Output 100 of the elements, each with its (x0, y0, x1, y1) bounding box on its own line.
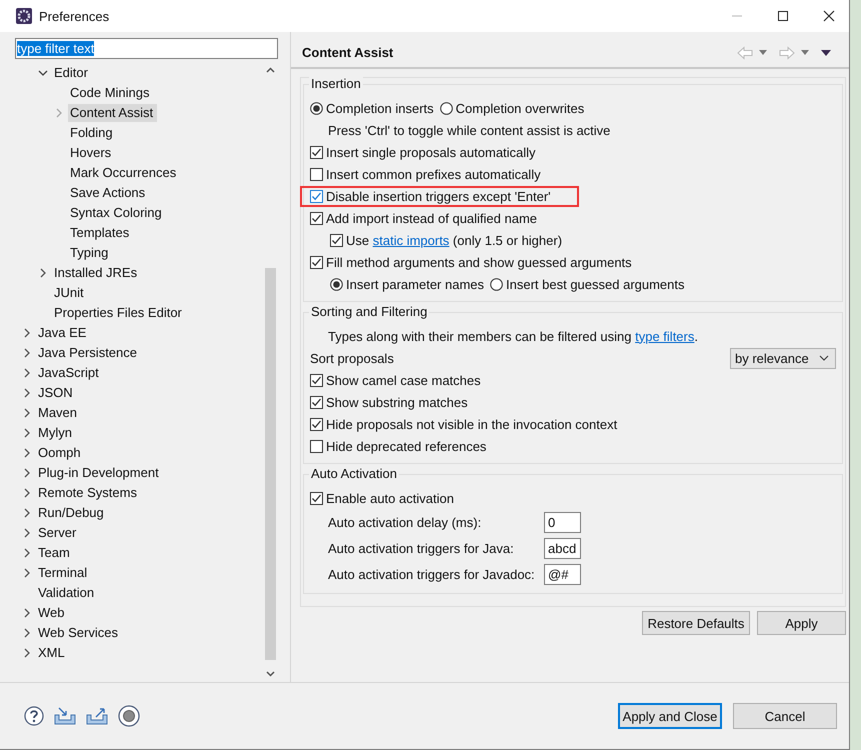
checkbox-label: Disable insertion triggers except 'Enter' (326, 188, 551, 204)
page-button[interactable]: Restore Defaults (642, 611, 750, 635)
tree-item[interactable]: Content Assist (68, 104, 158, 122)
checkbox[interactable] (310, 440, 323, 452)
input-field[interactable]: @# (544, 564, 581, 584)
maximize-icon[interactable] (777, 10, 789, 22)
checkbox-option[interactable]: Show substring matches (308, 392, 474, 412)
checkbox-option[interactable]: Show camel case matches (308, 370, 487, 390)
input-field[interactable]: 0 (544, 512, 581, 532)
tree-item[interactable]: Web Services (36, 624, 122, 642)
chevron-right-icon[interactable] (22, 568, 32, 578)
tree-item[interactable]: Properties Files Editor (52, 304, 186, 322)
tree-item[interactable]: Syntax Coloring (68, 204, 166, 222)
export-icon[interactable] (86, 707, 108, 725)
radio-option[interactable]: Completion overwrites (440, 100, 584, 116)
menu-icon[interactable] (821, 50, 831, 56)
checkbox-option[interactable]: Hide proposals not visible in the invocation context (308, 414, 624, 434)
dialog-button[interactable]: Cancel (733, 703, 837, 729)
tree-item[interactable]: Oomph (36, 444, 85, 462)
tree-item[interactable]: Mark Occurrences (68, 164, 180, 182)
link[interactable]: static imports (372, 232, 450, 248)
chevron-right-icon[interactable] (22, 628, 32, 638)
chevron-right-icon[interactable] (22, 328, 32, 338)
chevron-down-icon[interactable] (38, 68, 48, 78)
scroll-thumb[interactable] (265, 268, 276, 660)
checkbox[interactable] (310, 168, 323, 180)
tree-item[interactable]: Terminal (36, 564, 92, 582)
group-title: Insertion (309, 76, 363, 91)
tree-item[interactable]: Typing (68, 244, 112, 262)
link[interactable]: type filters (635, 328, 694, 344)
checkbox[interactable] (310, 374, 323, 386)
checkbox[interactable] (310, 492, 323, 504)
tree-item[interactable]: Web (36, 604, 68, 622)
tree-item[interactable]: Java EE (36, 324, 90, 342)
dropdown-icon[interactable] (801, 50, 809, 55)
dialog-button[interactable]: Apply and Close (618, 703, 722, 729)
chevron-right-icon[interactable] (22, 508, 32, 518)
tree-item[interactable]: Mylyn (36, 424, 76, 442)
chevron-right-icon[interactable] (22, 368, 32, 378)
checkbox-option[interactable]: Insert single proposals automatically (308, 142, 542, 162)
chevron-right-icon[interactable] (22, 548, 32, 558)
tree-item[interactable]: Installed JREs (52, 264, 142, 282)
sort-dropdown[interactable]: by relevance (730, 348, 836, 368)
group-title: Sorting and Filtering (309, 304, 430, 319)
chevron-right-icon[interactable] (22, 528, 32, 538)
chevron-right-icon[interactable] (22, 408, 32, 418)
chevron-right-icon[interactable] (38, 268, 48, 278)
checkbox[interactable] (310, 256, 323, 268)
chevron-right-icon[interactable] (22, 648, 32, 658)
tree-item[interactable]: Save Actions (68, 184, 150, 202)
tree-item[interactable]: Maven (36, 404, 82, 422)
checkbox[interactable] (310, 418, 323, 430)
tree-item[interactable]: Team (36, 544, 74, 562)
chevron-right-icon[interactable] (22, 348, 32, 358)
checkbox[interactable] (310, 396, 323, 408)
checkbox-option[interactable]: Insert common prefixes automatically (308, 164, 547, 184)
tree-item[interactable]: Code Minings (68, 84, 154, 102)
radio-option[interactable]: Insert parameter names (330, 276, 484, 292)
chevron-right-icon[interactable] (22, 468, 32, 478)
checkbox-label: Use static imports (only 1.5 or higher) (346, 232, 562, 248)
checkbox[interactable] (310, 212, 323, 224)
radio-option[interactable]: Completion inserts (310, 100, 434, 116)
checkbox[interactable] (310, 190, 323, 202)
tree-item[interactable]: Plug-in Development (36, 464, 163, 482)
record-icon[interactable] (118, 705, 140, 727)
tree-item[interactable]: JUnit (52, 284, 88, 302)
checkbox[interactable] (330, 234, 343, 246)
checkbox[interactable] (310, 146, 323, 158)
tree-item[interactable]: Remote Systems (36, 484, 141, 502)
tree-item[interactable]: Editor (52, 64, 92, 82)
tree-item[interactable]: JavaScript (36, 364, 103, 382)
field-label: Auto activation triggers for Java: (328, 540, 515, 556)
help-icon[interactable] (24, 706, 44, 726)
filter-field[interactable]: type filter text (15, 38, 278, 59)
chevron-right-icon[interactable] (22, 608, 32, 618)
tree-item[interactable]: Validation (36, 584, 98, 602)
checkbox-option[interactable]: Enable auto activation (308, 488, 460, 508)
input-field[interactable]: abcd (544, 538, 581, 558)
radio-option[interactable]: Insert best guessed arguments (490, 276, 685, 292)
chevron-right-icon[interactable] (22, 388, 32, 398)
checkbox-option[interactable]: Add import instead of qualified name (308, 208, 544, 228)
dropdown-icon[interactable] (759, 50, 767, 55)
tree-item[interactable]: Folding (68, 124, 117, 142)
checkbox-option[interactable]: Use static imports (only 1.5 or higher) (328, 230, 568, 250)
import-icon[interactable] (54, 707, 76, 725)
close-icon[interactable] (823, 10, 835, 22)
chevron-right-icon[interactable] (22, 448, 32, 458)
chevron-right-icon[interactable] (22, 428, 32, 438)
tree-item[interactable]: Templates (68, 224, 134, 242)
checkbox-option[interactable]: Hide deprecated references (308, 436, 492, 456)
tree-item[interactable]: Run/Debug (36, 504, 108, 522)
highlight-frame[interactable]: Disable insertion triggers except 'Enter' (300, 186, 579, 206)
tree-item[interactable]: Server (36, 524, 80, 542)
tree-item[interactable]: Java Persistence (36, 344, 141, 362)
chevron-right-icon[interactable] (22, 488, 32, 498)
page-button[interactable]: Apply (757, 611, 846, 635)
tree-item[interactable]: JSON (36, 384, 77, 402)
tree-item[interactable]: XML (36, 644, 69, 662)
tree-item[interactable]: Hovers (68, 144, 116, 162)
checkbox-option[interactable]: Fill method arguments and show guessed arguments (308, 252, 638, 272)
